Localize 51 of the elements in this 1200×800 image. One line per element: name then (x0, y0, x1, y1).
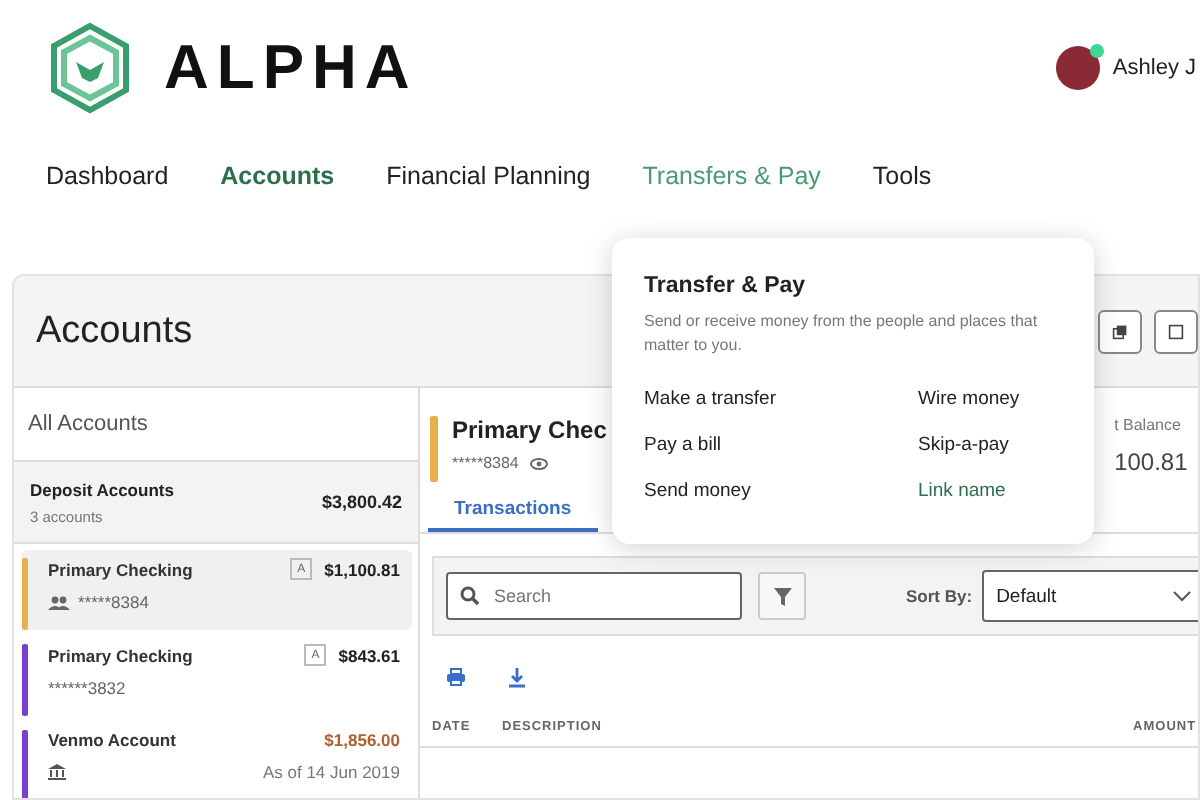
account-row[interactable]: Venmo Account $1,856.00 As of 14 Jun 2019 (22, 722, 412, 798)
sort-label: Sort By: (906, 586, 973, 606)
sort-select[interactable]: Default (982, 570, 1198, 622)
balance-amount: 100.81 (1114, 448, 1190, 476)
menu-link[interactable]: Make a transfer (644, 388, 918, 411)
popover-title: Transfer & Pay (644, 274, 808, 298)
people-icon (48, 595, 70, 609)
nav-link[interactable]: Accounts (220, 162, 335, 190)
brand-name: ALPHA (164, 32, 418, 104)
download-icon[interactable] (508, 668, 526, 688)
as-of-date: As of 14 Jun 2019 (262, 762, 400, 782)
menu-link[interactable]: Skip-a-pay (918, 434, 1062, 457)
print-icon[interactable] (446, 668, 466, 686)
search-icon (460, 586, 480, 606)
popover-description: Send or receive money from the people and places that matter to you. (644, 310, 1040, 357)
balance-label: t Balance (1114, 416, 1183, 434)
filter-icon (773, 587, 791, 605)
window-icon (1112, 321, 1128, 341)
account-balance: $1,856.00 (324, 730, 400, 750)
icon-button[interactable] (1154, 309, 1198, 353)
filter-button[interactable] (758, 572, 806, 620)
account-number: *****8384 (78, 592, 149, 612)
chevron-down-icon (1172, 590, 1193, 602)
account-name: Venmo Account (48, 730, 176, 750)
search-field[interactable]: Search (490, 584, 718, 608)
nav-link[interactable]: Dashboard (46, 162, 169, 190)
account-name: Primary Checking (48, 559, 193, 579)
group-name: Deposit Accounts (30, 479, 174, 499)
user-name[interactable]: Ashley J (1112, 56, 1196, 80)
search-box[interactable]: Search (446, 572, 742, 620)
menu-link[interactable]: Send money (644, 480, 918, 503)
menu-link[interactable]: Link name (918, 480, 1062, 503)
bank-icon (48, 764, 66, 780)
account-title: Primary Chec (452, 416, 607, 444)
group-total: $3,800.42 (321, 492, 402, 512)
logo-icon (48, 22, 132, 114)
menu-link[interactable]: Pay a bill (644, 434, 918, 457)
icon-button[interactable] (1098, 309, 1142, 353)
account-balance: $1,100.81 (324, 559, 400, 579)
nav-link[interactable]: Tools (872, 162, 932, 190)
account-balance: $843.61 (338, 645, 400, 665)
eye-icon[interactable] (530, 457, 549, 469)
tab[interactable]: Transactions (428, 488, 598, 532)
account-name: Primary Checking (48, 645, 193, 665)
account-number: ******3832 (48, 678, 126, 698)
page-title: Accounts (36, 309, 193, 353)
nav-link[interactable]: Financial Planning (386, 162, 591, 190)
avatar[interactable] (1056, 46, 1101, 90)
menu-link[interactable]: Wire money (918, 388, 1062, 411)
account-number: *****8384 (452, 454, 519, 472)
window-icon (1168, 321, 1184, 341)
